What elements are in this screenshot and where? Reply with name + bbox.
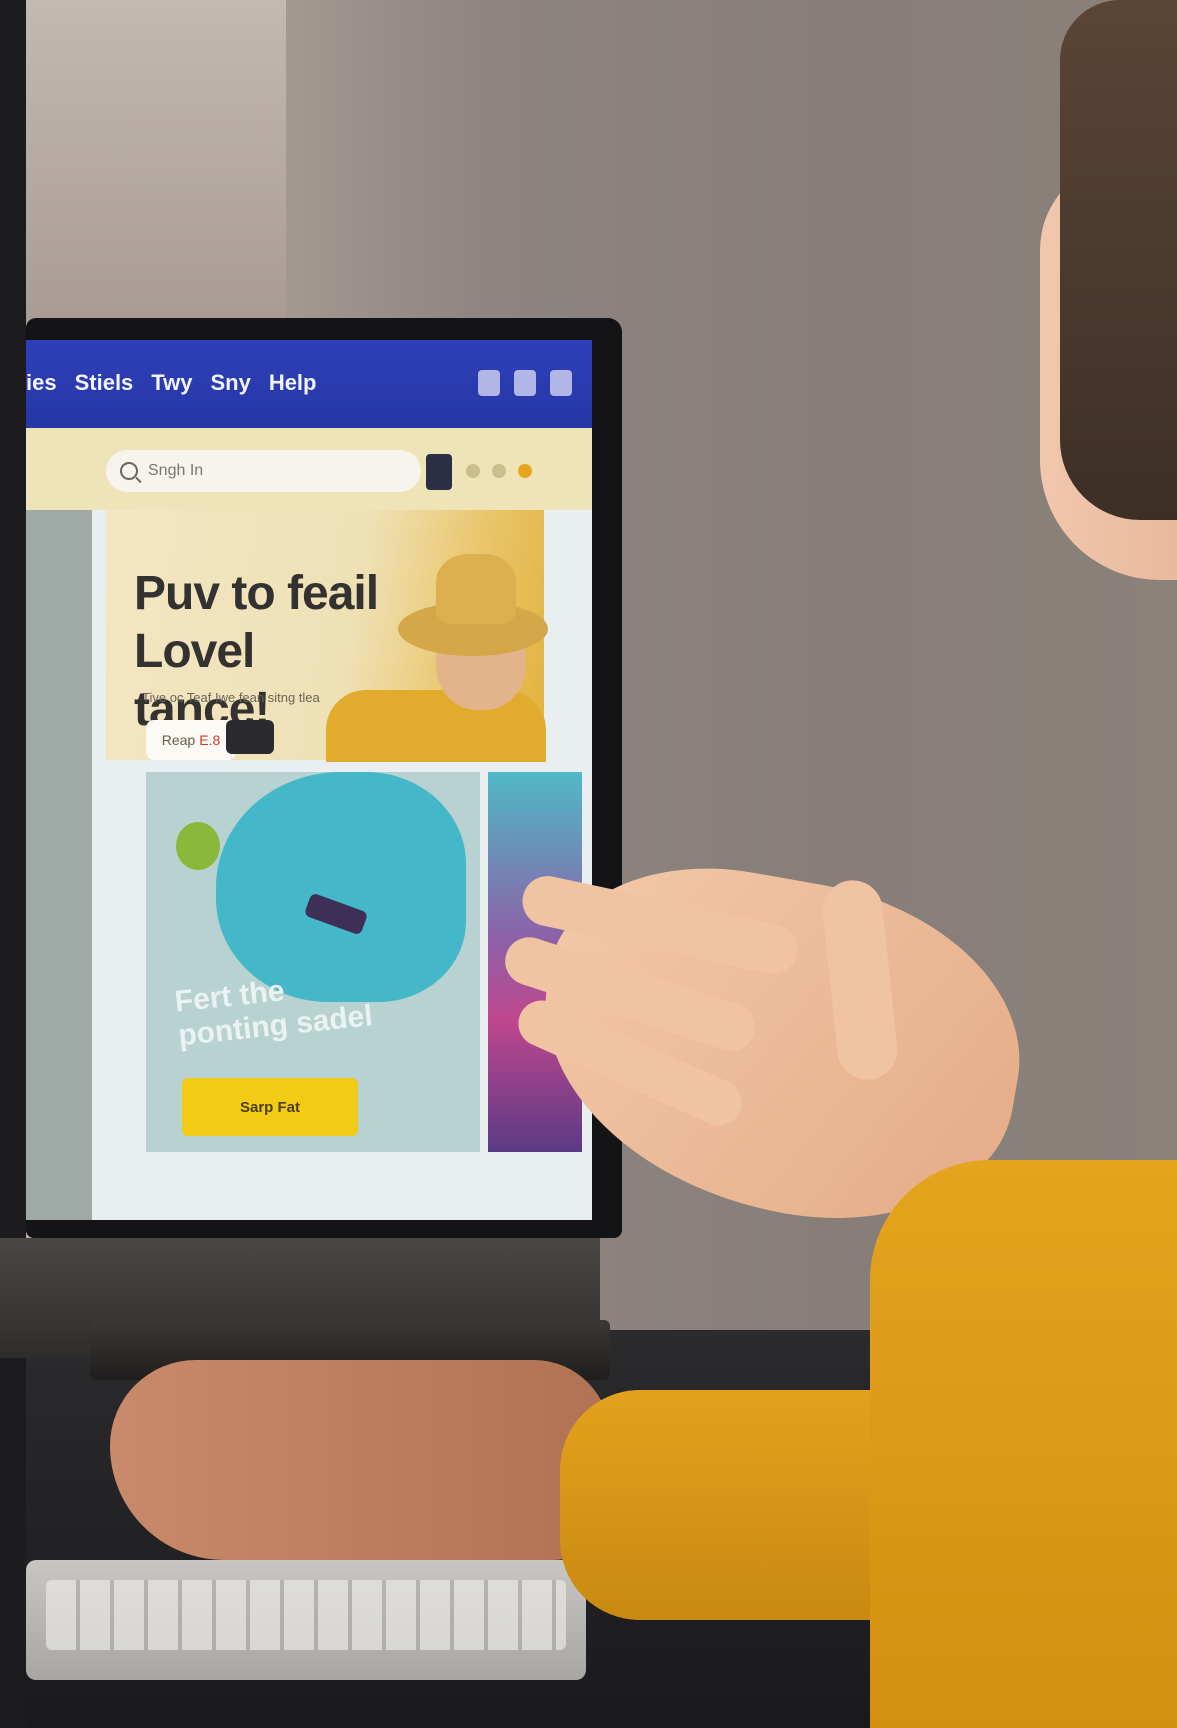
hand-on-keyboard <box>110 1360 610 1560</box>
notification-icon[interactable] <box>478 370 500 396</box>
hero-title-line-1: Puv to feail <box>134 567 379 620</box>
top-nav-bar: ies Stiels Twy Sny Help <box>26 340 592 428</box>
hero-subtitle: Tive oc Teaf Iwe fean sitng tlea <box>142 690 320 705</box>
top-menu: ies Stiels Twy Sny Help <box>26 370 317 396</box>
monitor-screen: ies Stiels Twy Sny Help Sngh In Puv to f… <box>26 340 592 1220</box>
promo-card: Fert the ponting sadel Sarp Fat <box>146 772 480 1152</box>
hero-cta-label: Reap <box>161 732 196 748</box>
search-input[interactable]: Sngh In <box>106 450 421 492</box>
sidebar <box>26 510 92 1220</box>
search-placeholder: Sngh In <box>148 462 204 479</box>
hero-cta-badge: E.8 <box>199 732 221 748</box>
hero-secondary-button[interactable] <box>226 720 274 754</box>
hero-title: Puv to feail Lovel tance! <box>134 565 394 739</box>
cart-icon[interactable] <box>518 464 532 478</box>
search-button[interactable] <box>426 454 452 490</box>
top-icons <box>478 370 572 396</box>
search-icon <box>120 462 138 480</box>
menu-dot-icon[interactable] <box>492 464 506 478</box>
left-dark-edge <box>0 0 26 1728</box>
window-light <box>26 0 286 340</box>
menu-item-3[interactable]: Twy <box>151 370 192 396</box>
shop-now-button[interactable]: Sarp Fat <box>182 1078 358 1136</box>
keyboard <box>26 1560 586 1680</box>
right-sleeve <box>870 1160 1177 1728</box>
settings-icon[interactable] <box>466 464 480 478</box>
menu-item-1[interactable]: ies <box>26 370 57 396</box>
menu-item-2[interactable]: Stiels <box>75 370 134 396</box>
grid-icon[interactable] <box>514 370 536 396</box>
menu-item-help[interactable]: Help <box>269 370 317 396</box>
leaf-badge-icon <box>176 822 220 870</box>
photo-scene: ies Stiels Twy Sny Help Sngh In Puv to f… <box>0 0 1177 1728</box>
hero-person-hat-top <box>436 554 516 624</box>
hero-cta-button[interactable]: Reap E.8 <box>146 720 236 760</box>
menu-item-4[interactable]: Sny <box>210 370 250 396</box>
woman-hair <box>1060 0 1177 520</box>
profile-icon[interactable] <box>550 370 572 396</box>
promo-title: Fert the ponting sadel <box>173 959 439 1054</box>
